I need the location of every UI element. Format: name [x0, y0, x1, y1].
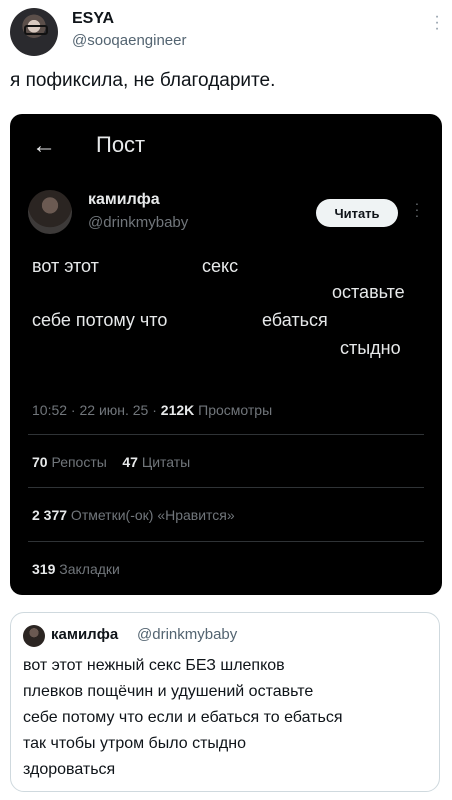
glasses-graphic — [24, 25, 48, 35]
quoted-tweet[interactable]: камилфа @drinkmybaby вот этот нежный сек… — [10, 612, 440, 792]
post-word: вот этот — [32, 256, 99, 276]
views-count: 212K — [160, 402, 195, 418]
screenshot-title: Пост — [96, 132, 146, 157]
quote-line: вот этот нежный секс БЕЗ шлепков — [23, 657, 285, 674]
likes-label: Отметки(-ок) «Нравится» — [67, 507, 235, 523]
author-handle[interactable]: @sooqaengineer — [72, 32, 186, 49]
quote-line: себе потому что если и ебаться то ебатьс… — [23, 709, 343, 726]
tweet-text: я пофиксила, не благодарите. — [10, 70, 276, 91]
likes-stat: 2 377 Отметки(-ок) «Нравится» — [32, 507, 235, 523]
avatar — [23, 625, 45, 647]
bookmarks-stat: 319 Закладки — [32, 561, 120, 577]
bookmarks-count: 319 — [32, 561, 56, 577]
quote-line: плевков пощёчин и удушений оставьте — [23, 683, 314, 700]
quote-author-name: камилфа — [51, 626, 119, 643]
post-time: 10:52 · 22 июн. 25 · — [32, 402, 161, 418]
more-options-icon[interactable]: · · · — [434, 9, 440, 37]
post-word: стыдно — [340, 338, 401, 358]
screenshot-user-name: камилфа — [88, 191, 160, 208]
bookmarks-label: Закладки — [55, 561, 120, 577]
views-label: Просмотры — [194, 402, 273, 418]
follow-button: Читать — [316, 199, 398, 227]
avatar — [28, 190, 72, 234]
divider — [28, 487, 424, 488]
reposts-count: 70 — [32, 454, 48, 470]
tweet-header: ESYA @sooqaengineer · · · — [10, 8, 442, 56]
post-word: оставьте — [332, 282, 405, 302]
quote-text: вот этот нежный секс БЕЗ шлепков плевков… — [23, 653, 427, 783]
quotes-label: Цитаты — [137, 454, 191, 470]
divider — [28, 434, 424, 435]
post-word: ебаться — [262, 310, 328, 330]
back-arrow-icon: ← — [32, 132, 56, 159]
reposts-label: Репосты — [47, 454, 107, 470]
quote-author-handle: @drinkmybaby — [137, 626, 238, 643]
reposts-quotes-stats: 70 Репосты 47 Цитаты — [32, 454, 190, 470]
quote-line: так чтобы утром было стыдно — [23, 735, 246, 752]
post-word: секс — [202, 256, 239, 276]
post-meta: 10:52 · 22 июн. 25 · 212K Просмотры — [32, 402, 272, 418]
quotes-count: 47 — [122, 454, 138, 470]
avatar[interactable] — [10, 8, 58, 56]
more-options-icon: · · · — [414, 195, 420, 223]
divider — [28, 541, 424, 542]
likes-count: 2 377 — [32, 507, 68, 523]
embedded-screenshot[interactable]: ← Пост камилфа @drinkmybaby Читать · · · в… — [10, 114, 442, 595]
post-word: себе потому что — [32, 310, 168, 330]
quote-line: здороваться — [23, 761, 116, 778]
screenshot-user-handle: @drinkmybaby — [88, 214, 189, 231]
author-name[interactable]: ESYA — [72, 10, 114, 28]
